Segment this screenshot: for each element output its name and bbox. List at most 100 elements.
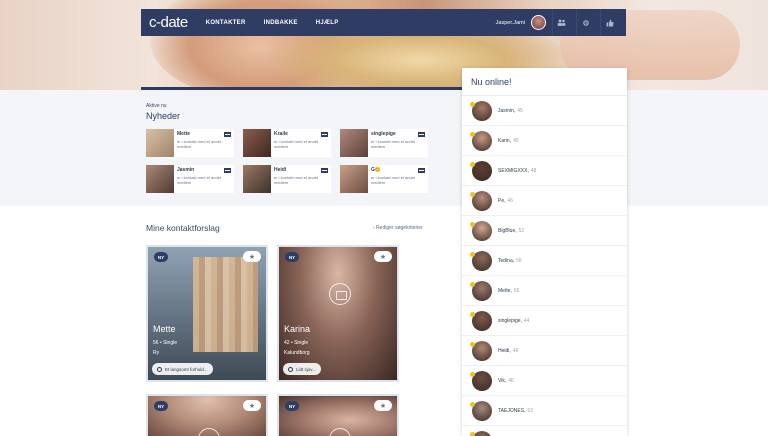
mail-icon[interactable] bbox=[321, 132, 328, 137]
news-card[interactable]: Jasmin er i kontakt med et andet medlem bbox=[146, 165, 234, 193]
news-name: Kraile bbox=[274, 131, 288, 137]
news-name: G😊 bbox=[371, 167, 382, 173]
online-user-avatar[interactable] bbox=[472, 340, 492, 361]
profile-name: Mette bbox=[153, 324, 176, 334]
online-user-name[interactable]: singlepige, bbox=[498, 318, 522, 324]
mail-icon[interactable] bbox=[418, 168, 425, 173]
online-status-icon bbox=[470, 402, 475, 407]
online-user-row[interactable]: Karin, 45 bbox=[462, 126, 627, 156]
profile-action[interactable]: Lidt sjov... bbox=[283, 363, 321, 375]
online-user-row[interactable]: Mette, 56 bbox=[462, 276, 627, 306]
news-card[interactable]: Heidi er i kontakt med et andet medlem bbox=[243, 165, 331, 193]
online-user-row[interactable]: Pe, 46 bbox=[462, 186, 627, 216]
online-user-avatar[interactable] bbox=[472, 250, 492, 271]
top-navbar: c-date KONTAKTER INDBAKKE HJÆLP Jasper.J… bbox=[141, 9, 626, 36]
profile-city: Kalundborg bbox=[284, 350, 310, 356]
news-card[interactable]: singlepige er i kontakt med et andet med… bbox=[340, 129, 428, 157]
online-user-row[interactable]: Vik, 46 bbox=[462, 366, 627, 396]
online-user-row[interactable]: TAEJONES, 52 bbox=[462, 396, 627, 426]
online-user-name[interactable]: Pe, bbox=[498, 198, 506, 204]
news-name: singlepige bbox=[371, 131, 396, 137]
online-user-avatar[interactable] bbox=[472, 280, 492, 301]
online-user-row[interactable]: Lisazuk,48 bbox=[462, 426, 627, 436]
profile-card[interactable]: NY ★ Mette 56 • Single Ry Et langsomt fo… bbox=[146, 245, 268, 382]
online-user-avatar[interactable] bbox=[472, 400, 492, 421]
news-card[interactable]: Mette er i kontakt med et andet medlem bbox=[146, 129, 234, 157]
online-user-avatar[interactable] bbox=[472, 160, 492, 181]
online-user-avatar[interactable] bbox=[472, 430, 492, 436]
online-user-avatar[interactable] bbox=[472, 130, 492, 151]
online-list: Jasmin, 45 Karin, 45 SEXMIGXXX, 48 Pe, 46 BigBlu… bbox=[462, 96, 627, 436]
news-photo bbox=[340, 129, 368, 157]
online-user-name[interactable]: Vik, bbox=[498, 378, 506, 384]
online-user-row[interactable]: singlepige, 44 bbox=[462, 306, 627, 336]
online-user-name[interactable]: Jasmin, bbox=[498, 108, 515, 114]
profile-card[interactable]: NY ★ Karina 42 • Single Kalundborg Lidt … bbox=[277, 245, 399, 382]
camera-icon bbox=[329, 283, 351, 305]
nav-help[interactable]: HJÆLP bbox=[316, 20, 339, 26]
news-text: er i kontakt med et andet medlem bbox=[274, 139, 319, 149]
profile-card[interactable]: NY ★ bbox=[146, 394, 268, 436]
online-user-age: 46 bbox=[508, 377, 514, 384]
nav-inbox[interactable]: INDBAKKE bbox=[264, 20, 298, 26]
online-user-row[interactable]: BigBlue, 52 bbox=[462, 216, 627, 246]
edit-search-link[interactable]: › Rediger søgekriterier bbox=[373, 225, 423, 231]
news-name: Mette bbox=[177, 131, 191, 137]
new-badge: NY bbox=[154, 252, 168, 262]
news-title: Nyheder bbox=[146, 111, 181, 121]
online-user-name[interactable]: Mette, bbox=[498, 288, 512, 294]
online-title: Nu online! bbox=[462, 68, 627, 96]
online-status-icon bbox=[470, 192, 475, 197]
online-user-age: 58 bbox=[516, 257, 522, 264]
profile-action[interactable]: Et langsomt forhold... bbox=[152, 363, 213, 375]
settings-icon[interactable] bbox=[576, 9, 594, 36]
pixelated-face bbox=[193, 257, 258, 352]
mail-icon[interactable] bbox=[224, 168, 231, 173]
online-user-avatar[interactable] bbox=[472, 190, 492, 211]
online-user-name[interactable]: SEXMIGXXX, bbox=[498, 168, 529, 174]
news-photo bbox=[243, 129, 271, 157]
online-user-name[interactable]: Tedina, bbox=[498, 258, 514, 264]
news-body: Kraile er i kontakt med et andet medlem bbox=[271, 129, 331, 157]
online-status-icon bbox=[470, 252, 475, 257]
favorite-star-icon[interactable]: ★ bbox=[374, 400, 392, 411]
online-user-name[interactable]: Karin, bbox=[498, 138, 511, 144]
online-status-icon bbox=[470, 102, 475, 107]
logo[interactable]: c-date bbox=[149, 14, 188, 31]
online-status-icon bbox=[470, 132, 475, 137]
online-user-avatar[interactable] bbox=[472, 220, 492, 241]
online-status-icon bbox=[470, 342, 475, 347]
mail-icon[interactable] bbox=[224, 132, 231, 137]
news-photo bbox=[146, 165, 174, 193]
online-user-name[interactable]: Heidi, bbox=[498, 348, 511, 354]
online-status-icon bbox=[470, 312, 475, 317]
favorite-star-icon[interactable]: ★ bbox=[243, 400, 261, 411]
news-card[interactable]: Kraile er i kontakt med et andet medlem bbox=[243, 129, 331, 157]
online-user-name[interactable]: BigBlue, bbox=[498, 228, 517, 234]
online-user-row[interactable]: Heidi, 46 bbox=[462, 336, 627, 366]
mail-icon[interactable] bbox=[418, 132, 425, 137]
favorite-star-icon[interactable]: ★ bbox=[374, 251, 392, 262]
online-user-avatar[interactable] bbox=[472, 310, 492, 331]
news-photo bbox=[340, 165, 368, 193]
online-user-age: 46 bbox=[512, 347, 519, 354]
profile-meta: 42 • Single bbox=[284, 340, 308, 346]
thumbs-up-icon[interactable] bbox=[600, 9, 618, 36]
profile-photo bbox=[279, 247, 397, 380]
contacts-icon[interactable] bbox=[552, 9, 570, 36]
user-name[interactable]: Jasper.Jami bbox=[496, 20, 525, 26]
favorite-star-icon[interactable]: ★ bbox=[243, 251, 261, 262]
suggestions-title: Mine kontaktforslag bbox=[146, 223, 220, 233]
online-user-row[interactable]: Tedina, 58 bbox=[462, 246, 627, 276]
online-user-name[interactable]: TAEJONES, bbox=[498, 408, 525, 414]
new-badge: NY bbox=[285, 401, 299, 411]
online-user-avatar[interactable] bbox=[472, 370, 492, 391]
profile-card[interactable]: NY ★ bbox=[277, 394, 399, 436]
nav-contacts[interactable]: KONTAKTER bbox=[206, 20, 246, 26]
online-user-row[interactable]: SEXMIGXXX, 48 bbox=[462, 156, 627, 186]
news-card[interactable]: G😊 er i kontakt med et andet medlem bbox=[340, 165, 428, 193]
online-user-row[interactable]: Jasmin, 45 bbox=[462, 96, 627, 126]
online-user-avatar[interactable] bbox=[472, 100, 492, 121]
user-avatar[interactable] bbox=[531, 15, 546, 30]
mail-icon[interactable] bbox=[321, 168, 328, 173]
